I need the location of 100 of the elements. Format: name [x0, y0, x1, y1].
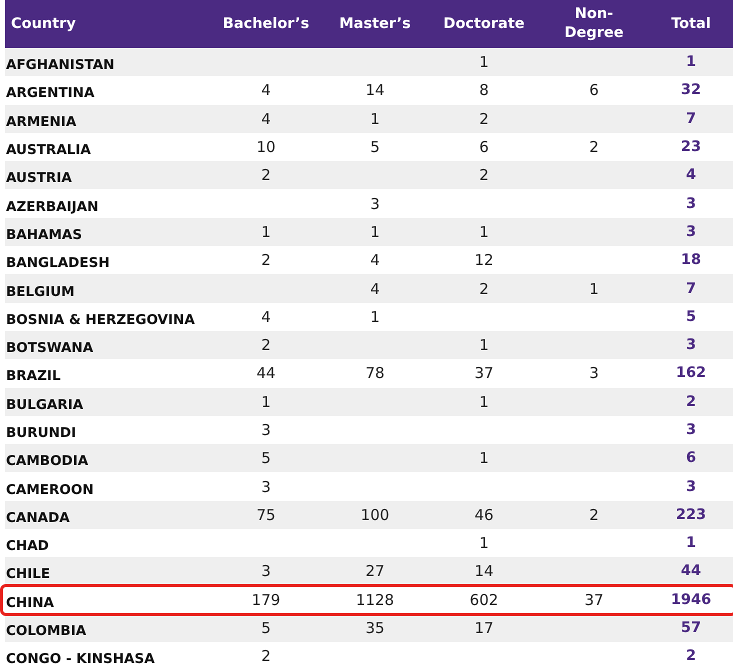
table-cell-text: 1	[478, 222, 490, 241]
total-cell-text: 223	[674, 506, 708, 523]
table-cell-text: 3	[260, 478, 272, 496]
total-cell-text: 7	[684, 280, 698, 297]
table-cell-text: 27	[364, 562, 386, 580]
country-cell-text: BOTSWANA	[5, 339, 94, 356]
table-cell-text: 2	[478, 166, 490, 184]
table-cell-text: 1	[369, 308, 381, 326]
table-cell-text: 4	[369, 280, 381, 298]
table-cell-text: 1	[478, 449, 490, 468]
table-cell-text: 179	[250, 590, 282, 609]
country-cell-text: CHILE	[5, 565, 52, 582]
column-header: Non- Degree	[563, 5, 625, 43]
table-cell-text: 2	[478, 110, 490, 128]
table-cell-text: 6	[588, 81, 600, 100]
table-cell-text: 44	[255, 364, 277, 382]
table-cell-text: 78	[364, 364, 386, 382]
table-cell-text: 1	[478, 392, 490, 411]
total-cell-text: 7	[684, 110, 698, 127]
table-cell-text: 1	[260, 392, 272, 411]
country-cell-text: CAMBODIA	[5, 452, 90, 470]
column-header: Doctorate	[442, 14, 526, 34]
table-cell-text: 1	[369, 110, 381, 128]
table-cell-text: 5	[260, 449, 272, 468]
total-cell-text: 3	[684, 224, 698, 240]
column-header: Master’s	[338, 14, 412, 34]
table-cell-text: 100	[360, 506, 390, 524]
country-cell-text: CHINA	[5, 594, 55, 611]
table-cell-text: 10	[255, 138, 277, 156]
table-cell-text: 1128	[354, 590, 396, 609]
table-cell-text: 12	[473, 251, 495, 270]
table-cell-text: 602	[468, 590, 500, 609]
country-cell-text: BRAZIL	[5, 367, 62, 384]
table-cell-text: 3	[588, 364, 600, 382]
country-cell-text: BURUNDI	[5, 424, 78, 441]
country-cell-text: ARMENIA	[5, 112, 78, 130]
table-cell-text: 2	[260, 251, 272, 270]
total-cell-text: 18	[680, 252, 702, 268]
table-cell-text: 4	[369, 251, 381, 270]
country-cell-text: BULGARIA	[5, 396, 84, 413]
country-cell-text: AUSTRIA	[5, 169, 73, 186]
country-cell-text: CONGO - KINSHASA	[5, 650, 156, 668]
country-cell-text: AFGHANISTAN	[5, 56, 116, 74]
table-cell-text: 14	[473, 562, 495, 580]
country-cell-text: COLOMBIA	[5, 622, 88, 640]
table-cell-text: 2	[478, 280, 490, 298]
total-cell-text: 5	[684, 308, 698, 325]
table-cell-text: 1	[260, 222, 272, 241]
total-cell-text: 32	[680, 82, 702, 98]
table-cell-text: 2	[260, 166, 272, 184]
total-cell-text: 2	[684, 648, 698, 664]
table-cell-text: 4	[260, 308, 272, 326]
column-header: Country	[10, 14, 77, 34]
column-header: Total	[670, 14, 712, 34]
table-cell-text: 3	[260, 421, 272, 439]
country-cell-text: AZERBAIJAN	[5, 198, 100, 215]
total-cell-text: 23	[680, 139, 702, 156]
country-cell-text: CAMEROON	[5, 480, 95, 498]
table-cell-text: 2	[588, 138, 600, 156]
table-cell-text: 1	[478, 534, 490, 552]
table-cell-text: 2	[260, 336, 272, 354]
total-cell-text: 2	[684, 394, 698, 410]
table-cell-text: 14	[364, 81, 386, 100]
total-cell-text: 162	[674, 365, 708, 382]
country-cell-text: CANADA	[5, 508, 71, 526]
table-cell-text: 37	[583, 590, 605, 609]
total-cell-text: 3	[684, 337, 698, 354]
table-cell-text: 5	[260, 619, 272, 638]
table-cell-text: 35	[364, 619, 386, 638]
total-cell-text: 1	[684, 54, 698, 70]
total-cell-text: 3	[684, 422, 698, 438]
country-cell-text: ARGENTINA	[5, 84, 96, 102]
country-cell-text: CHAD	[5, 537, 50, 554]
table-cell-text: 1	[478, 336, 490, 354]
total-cell-text: 3	[684, 478, 698, 495]
table-cell-text: 4	[260, 81, 272, 100]
column-header: Bachelor’s	[222, 14, 310, 34]
table-cell-text: 3	[260, 562, 272, 580]
total-cell-text: 1946	[670, 592, 712, 608]
table-cell-text: 1	[588, 280, 600, 298]
table-cell-text: 2	[588, 506, 600, 524]
table-cell-text: 3	[369, 194, 381, 213]
table-cell-text: 1	[478, 53, 490, 72]
country-cell-text: BAHAMAS	[5, 226, 84, 243]
country-cell-text: BOSNIA & HERZEGOVINA	[5, 310, 196, 328]
table-cell-text: 75	[255, 506, 277, 524]
total-cell-text: 4	[684, 167, 698, 184]
table-cell-text: 17	[473, 619, 495, 638]
country-cell-text: BANGLADESH	[5, 254, 111, 272]
total-cell-text: 57	[680, 620, 702, 636]
table-cell-text: 4	[260, 110, 272, 128]
table-cell-text: 8	[478, 81, 490, 100]
table-cell-text: 5	[369, 138, 381, 156]
country-cell-text: AUSTRALIA	[5, 141, 92, 158]
total-cell-text: 1	[684, 535, 698, 552]
total-cell-text: 3	[684, 196, 698, 212]
table-cell-text: 37	[473, 364, 495, 382]
table-cell-text: 6	[478, 138, 490, 156]
table-cell-text: 46	[473, 506, 495, 524]
total-cell-text: 6	[684, 450, 698, 466]
